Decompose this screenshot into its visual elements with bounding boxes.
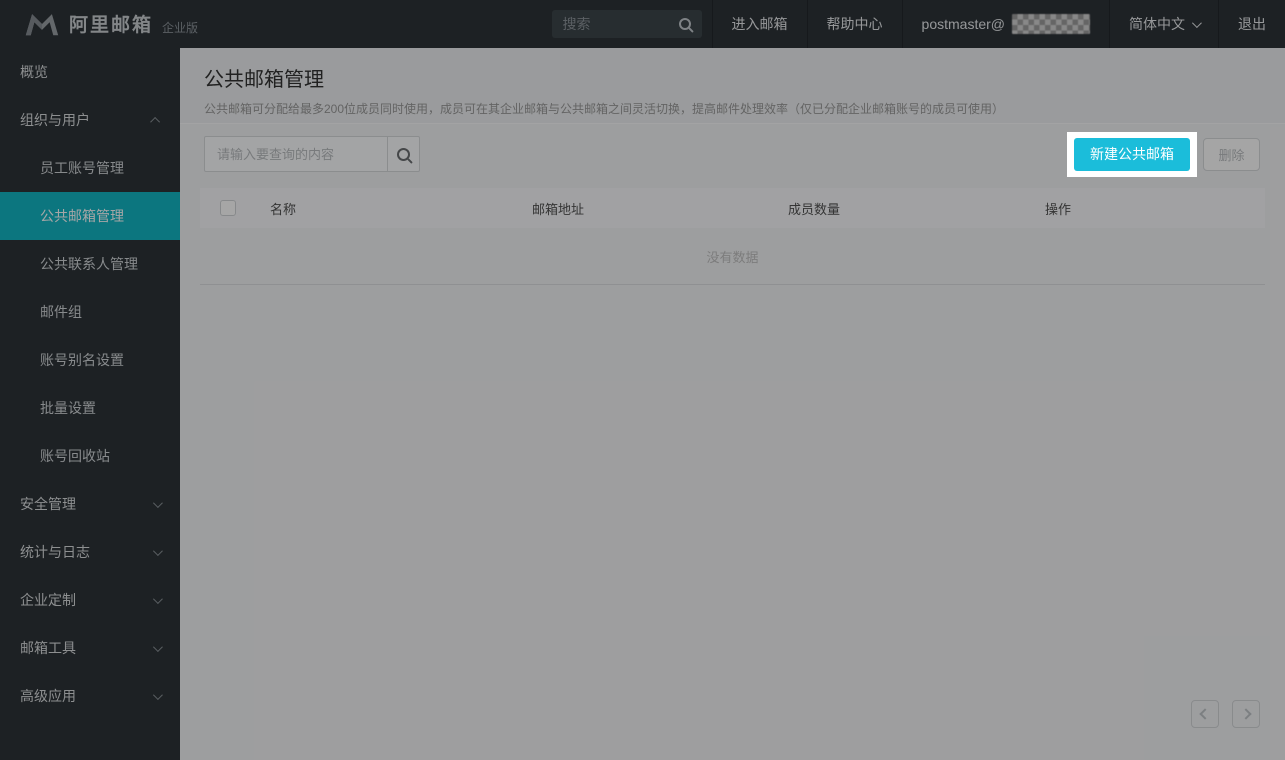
chevron-down-icon xyxy=(152,593,163,604)
sidebar-item-label: 企业定制 xyxy=(20,592,76,608)
sidebar: 概览 组织与用户 员工账号管理 公共邮箱管理 公共联系人管理 邮件组 账号别名设… xyxy=(0,48,180,760)
sidebar-item-label: 统计与日志 xyxy=(20,544,90,560)
toolbar-actions: 新建公共邮箱 删除 xyxy=(1067,131,1260,177)
sidebar-item-label: 组织与用户 xyxy=(20,112,90,128)
sidebar-item-org-users[interactable]: 组织与用户 xyxy=(0,96,180,144)
spotlight-highlight-box: 新建公共邮箱 xyxy=(1067,131,1197,177)
page-description: 公共邮箱可分配给最多200位成员同时使用，成员可在其企业邮箱与公共邮箱之间灵活切… xyxy=(204,102,1005,116)
chevron-down-icon xyxy=(152,689,163,700)
sidebar-item-label: 账号别名设置 xyxy=(40,352,124,368)
sidebar-item-mail-groups[interactable]: 邮件组 xyxy=(0,288,180,336)
sidebar-item-label: 公共联系人管理 xyxy=(40,256,138,272)
sidebar-item-label: 邮件组 xyxy=(40,304,82,320)
sidebar-item-label: 员工账号管理 xyxy=(40,160,124,176)
account-menu[interactable]: postmaster@ xyxy=(901,0,1109,48)
chevron-down-icon xyxy=(1191,17,1202,28)
help-center-button[interactable]: 帮助中心 xyxy=(806,0,902,48)
sidebar-item-label: 安全管理 xyxy=(20,496,76,512)
column-header-name: 名称 xyxy=(270,201,297,217)
table-empty-state: 没有数据 xyxy=(200,228,1265,285)
chevron-down-icon xyxy=(152,497,163,508)
main-content: 公共邮箱管理 公共邮箱可分配给最多200位成员同时使用，成员可在其企业邮箱与公共… xyxy=(180,48,1285,760)
enter-mailbox-button[interactable]: 进入邮箱 xyxy=(711,0,807,48)
sidebar-item-enterprise-custom[interactable]: 企业定制 xyxy=(0,576,180,624)
sidebar-item-mailbox-tools[interactable]: 邮箱工具 xyxy=(0,624,180,672)
sidebar-item-stats-logs[interactable]: 统计与日志 xyxy=(0,528,180,576)
sidebar-item-label: 批量设置 xyxy=(40,400,96,416)
chevron-down-icon xyxy=(152,641,163,652)
column-header-member-count: 成员数量 xyxy=(788,201,841,217)
chevron-down-icon xyxy=(152,545,163,556)
logout-label: 退出 xyxy=(1238,16,1266,32)
sidebar-item-employee-accounts[interactable]: 员工账号管理 xyxy=(0,144,180,192)
chevron-up-icon xyxy=(150,116,161,127)
sidebar-item-batch-settings[interactable]: 批量设置 xyxy=(0,384,180,432)
sidebar-item-account-recycle[interactable]: 账号回收站 xyxy=(0,432,180,480)
sidebar-item-account-alias[interactable]: 账号别名设置 xyxy=(0,336,180,384)
help-center-label: 帮助中心 xyxy=(826,16,883,32)
sidebar-item-label: 邮箱工具 xyxy=(20,640,76,656)
sidebar-item-public-mailbox[interactable]: 公共邮箱管理 xyxy=(0,192,180,240)
public-mailbox-table: 名称 邮箱地址 成员数量 操作 没有数据 xyxy=(200,188,1265,285)
pagination-prev-button[interactable] xyxy=(1191,700,1219,728)
language-label: 简体中文 xyxy=(1129,16,1185,32)
sidebar-item-overview[interactable]: 概览 xyxy=(0,48,180,96)
sidebar-item-public-contacts[interactable]: 公共联系人管理 xyxy=(0,240,180,288)
select-all-checkbox[interactable] xyxy=(220,200,236,216)
delete-button[interactable]: 删除 xyxy=(1203,137,1260,171)
enter-mailbox-label: 进入邮箱 xyxy=(731,16,788,32)
chevron-right-icon xyxy=(1240,708,1252,720)
search-icon[interactable] xyxy=(678,18,691,30)
pagination xyxy=(1191,700,1260,728)
search-icon xyxy=(397,147,410,161)
logo-edition-badge: 企业版 xyxy=(162,20,199,35)
column-header-actions: 操作 xyxy=(1045,201,1072,217)
sidebar-item-advanced-apps[interactable]: 高级应用 xyxy=(0,672,180,720)
create-public-mailbox-button[interactable]: 新建公共邮箱 xyxy=(1074,137,1190,171)
logout-button[interactable]: 退出 xyxy=(1218,0,1285,48)
alimail-m-logo-icon xyxy=(25,13,59,35)
sidebar-item-label: 公共邮箱管理 xyxy=(40,208,124,224)
account-label: postmaster@ xyxy=(921,16,1005,32)
sidebar-item-label: 概览 xyxy=(20,64,48,80)
chevron-left-icon xyxy=(1199,708,1211,720)
page-header: 公共邮箱管理 公共邮箱可分配给最多200位成员同时使用，成员可在其企业邮箱与公共… xyxy=(180,48,1285,124)
table-header-row: 名称 邮箱地址 成员数量 操作 xyxy=(200,188,1265,228)
toolbar: 新建公共邮箱 删除 xyxy=(204,131,1260,177)
page-title: 公共邮箱管理 xyxy=(204,69,324,91)
sidebar-item-label: 账号回收站 xyxy=(40,448,110,464)
language-menu[interactable]: 简体中文 xyxy=(1109,0,1218,48)
topbar: 阿里邮箱 企业版 进入邮箱 帮助中心 postmaster@ 简体中文 退出 xyxy=(0,0,1285,48)
topbar-nav: 进入邮箱 帮助中心 postmaster@ 简体中文 退出 xyxy=(711,0,1285,48)
query-input[interactable] xyxy=(204,136,388,172)
topbar-search-input[interactable] xyxy=(562,16,671,32)
sidebar-item-label: 高级应用 xyxy=(20,688,76,704)
alimail-logo: 阿里邮箱 企业版 xyxy=(0,12,198,37)
column-header-address: 邮箱地址 xyxy=(532,201,585,217)
redacted-account-domain xyxy=(1012,14,1090,34)
logo-text: 阿里邮箱 xyxy=(69,14,154,36)
pagination-next-button[interactable] xyxy=(1232,700,1260,728)
query-search-group xyxy=(204,136,420,172)
topbar-search-box[interactable] xyxy=(551,10,702,38)
query-search-button[interactable] xyxy=(388,136,420,172)
sidebar-item-security[interactable]: 安全管理 xyxy=(0,480,180,528)
